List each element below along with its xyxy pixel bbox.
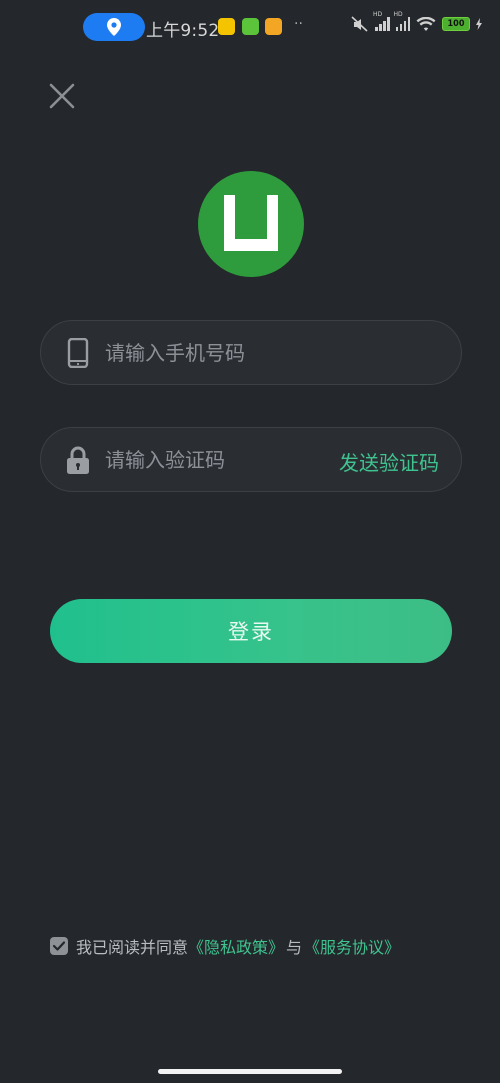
service-agreement-link[interactable]: 《服务协议》 [304,934,400,958]
mute-icon [351,16,368,32]
app-logo [198,171,304,277]
battery-indicator: 100 [442,17,470,31]
charging-icon [476,18,482,30]
close-icon [49,83,75,109]
home-indicator[interactable] [158,1069,342,1074]
status-bar: 上午9:52 ·· HD HD 100 [0,0,500,56]
login-button[interactable]: 登录 [50,599,452,663]
meituan-notification-icon [218,18,235,35]
lock-icon [67,446,89,474]
send-code-button[interactable]: 发送验证码 [339,447,439,476]
location-indicator[interactable] [83,13,145,41]
signal-2-icon: HD [394,11,410,31]
close-button[interactable] [46,80,78,112]
status-time: 上午9:52 [146,21,220,41]
privacy-policy-link[interactable]: 《隐私政策》 [188,934,284,958]
agreement-row: 我已阅读并同意 《隐私政策》 与 《服务协议》 [50,934,400,958]
verification-code-field[interactable]: 发送验证码 [40,427,462,492]
more-notifications-icon: ·· [294,16,303,32]
app-logo-icon [224,195,278,251]
wifi-icon [416,16,436,31]
signal-1-icon: HD [373,11,390,31]
agreement-conjunction: 与 [286,938,303,957]
agreement-text: 我已阅读并同意 [76,938,189,957]
check-icon [53,941,65,951]
phone-input[interactable] [105,321,365,384]
location-pin-icon [107,18,121,36]
agreement-checkbox[interactable] [50,937,68,955]
verification-code-input[interactable] [105,428,325,491]
message-notification-icon [265,18,282,35]
phone-field[interactable] [40,320,462,385]
status-right: HD HD 100 [351,11,482,32]
app-notification-icon [242,18,259,35]
mobile-phone-icon [67,338,89,368]
